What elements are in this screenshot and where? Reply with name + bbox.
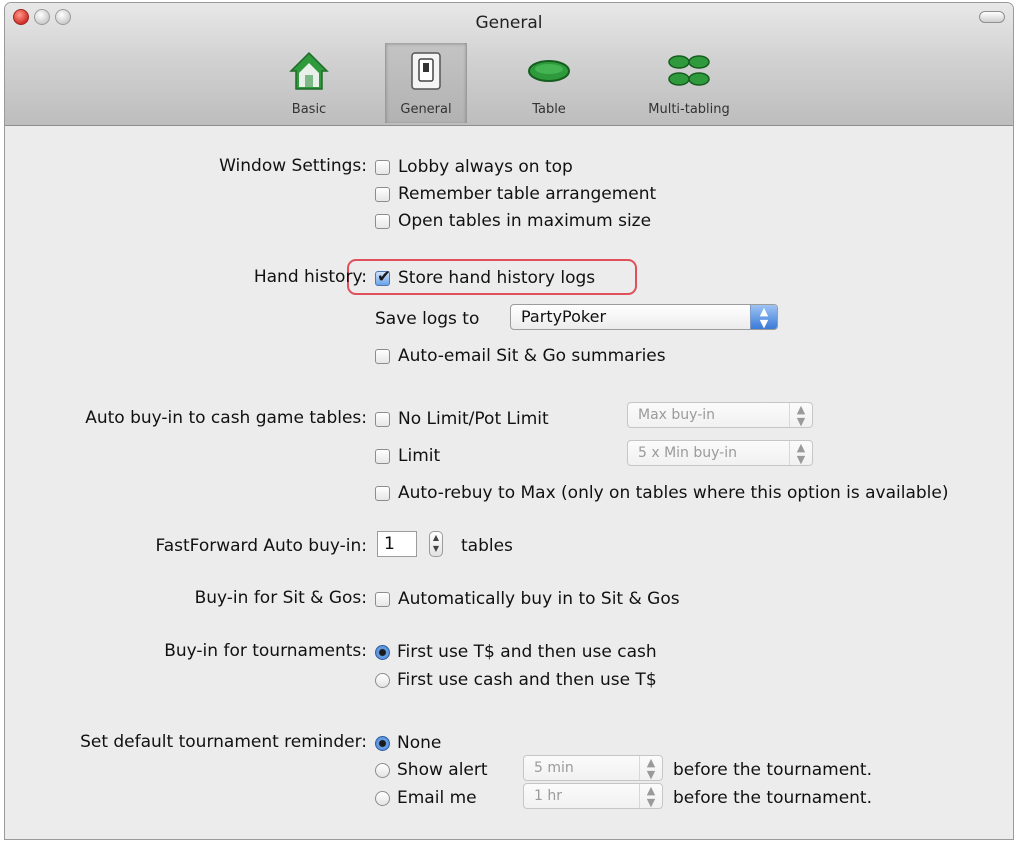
- select-arrows-icon: ▲ ▼: [639, 756, 662, 781]
- fastforward-label: FastForward Auto buy-in:: [155, 536, 368, 556]
- fastforward-tables-input[interactable]: 1: [377, 531, 417, 557]
- limit-buyin-select[interactable]: 5 x Min buy-in ▲ ▼: [627, 440, 813, 466]
- lobby-on-top-checkbox[interactable]: Lobby always on top: [375, 157, 573, 177]
- show-alert-time-value: 5 min: [534, 760, 574, 776]
- auto-buy-sitgo-label: Automatically buy in to Sit & Gos: [398, 589, 680, 609]
- tab-basic-label: Basic: [291, 102, 327, 117]
- checkbox-box-checked[interactable]: [375, 267, 391, 287]
- email-me-time-value: 1 hr: [534, 788, 562, 804]
- auto-rebuy-label: Auto-rebuy to Max (only on tables where …: [398, 483, 949, 503]
- select-arrows-icon: ▲ ▼: [750, 305, 777, 330]
- save-logs-select[interactable]: PartyPoker ▲ ▼: [510, 304, 778, 330]
- show-alert-label: Show alert: [397, 760, 488, 780]
- fastforward-stepper[interactable]: ▲ ▼: [429, 531, 443, 557]
- radio-selected[interactable]: [375, 735, 390, 751]
- auto-buy-sitgo-checkbox[interactable]: Automatically buy in to Sit & Gos: [375, 589, 680, 609]
- radio-selected[interactable]: [375, 644, 390, 660]
- tab-general-label: General: [400, 102, 452, 117]
- checkbox-box[interactable]: [375, 591, 390, 607]
- store-hand-history-label: Store hand history logs: [398, 268, 596, 288]
- radio-unselected[interactable]: [375, 672, 390, 688]
- reminder-label: Set default tournament reminder:: [80, 732, 367, 752]
- limit-buyin-value: 5 x Min buy-in: [638, 445, 737, 461]
- select-arrows-icon: ▲ ▼: [789, 403, 812, 428]
- tab-general[interactable]: General: [385, 43, 467, 123]
- radio-unselected[interactable]: [375, 762, 390, 778]
- limit-label: Limit: [398, 446, 441, 466]
- tab-table[interactable]: Table: [513, 43, 585, 123]
- no-limit-buyin-value: Max buy-in: [638, 407, 716, 423]
- no-limit-checkbox[interactable]: No Limit/Pot Limit: [375, 409, 549, 429]
- checkbox-box[interactable]: [375, 348, 390, 364]
- auto-rebuy-checkbox[interactable]: Auto-rebuy to Max (only on tables where …: [375, 483, 948, 503]
- radio-unselected[interactable]: [375, 790, 390, 806]
- remember-arrangement-label: Remember table arrangement: [398, 184, 657, 204]
- tab-multi-tabling-label: Multi-tabling: [648, 102, 730, 117]
- tab-basic[interactable]: Basic: [275, 43, 343, 123]
- checkbox-box[interactable]: [375, 448, 390, 464]
- checkbox-box[interactable]: [375, 159, 390, 175]
- house-icon: [289, 51, 329, 90]
- auto-email-summaries-checkbox[interactable]: Auto-email Sit & Go summaries: [375, 346, 666, 366]
- reminder-none-label: None: [397, 733, 442, 753]
- preferences-window: General Basic General Table Multi-tablin…: [4, 2, 1014, 840]
- no-limit-buyin-select[interactable]: Max buy-in ▲ ▼: [627, 402, 813, 428]
- hand-history-label: Hand history:: [253, 267, 367, 287]
- save-logs-label: Save logs to: [375, 309, 480, 329]
- auto-buyin-label: Auto buy-in to cash game tables:: [85, 408, 367, 428]
- window-title: General: [475, 13, 543, 33]
- fastforward-suffix: tables: [461, 536, 513, 556]
- tab-table-label: Table: [532, 102, 566, 117]
- no-limit-label: No Limit/Pot Limit: [398, 409, 549, 429]
- reminder-none-radio[interactable]: None: [375, 733, 441, 753]
- lobby-on-top-label: Lobby always on top: [398, 157, 573, 177]
- limit-checkbox[interactable]: Limit: [375, 446, 440, 466]
- checkbox-box[interactable]: [375, 485, 390, 501]
- select-arrows-icon: ▲ ▼: [789, 441, 812, 466]
- window-settings-label: Window Settings:: [219, 156, 367, 176]
- sitgo-label: Buy-in for Sit & Gos:: [194, 588, 367, 608]
- switch-icon: [411, 52, 441, 90]
- remember-arrangement-checkbox[interactable]: Remember table arrangement: [375, 184, 656, 204]
- title-bar: General Basic General Table Multi-tablin…: [5, 3, 1013, 126]
- general-settings-panel: Window Settings: Lobby always on top Rem…: [5, 126, 1013, 839]
- checkbox-box[interactable]: [375, 213, 390, 229]
- checkbox-box[interactable]: [375, 186, 390, 202]
- auto-email-summaries-label: Auto-email Sit & Go summaries: [398, 346, 666, 366]
- checkbox-box[interactable]: [375, 411, 390, 427]
- first-use-cash-radio[interactable]: First use cash and then use T$: [375, 670, 657, 690]
- email-me-suffix: before the tournament.: [673, 788, 873, 808]
- multi-tables-icon: [668, 55, 710, 86]
- show-alert-time-select[interactable]: 5 min ▲ ▼: [523, 755, 663, 781]
- select-arrows-icon: ▲ ▼: [639, 784, 662, 809]
- tournaments-buyin-label: Buy-in for tournaments:: [164, 641, 367, 661]
- fastforward-value: 1: [384, 534, 395, 554]
- tab-multi-tabling[interactable]: Multi-tabling: [633, 43, 745, 123]
- table-icon: [528, 60, 570, 82]
- open-max-size-label: Open tables in maximum size: [398, 211, 652, 231]
- store-hand-history-checkbox[interactable]: Store hand history logs: [375, 267, 596, 288]
- show-alert-suffix: before the tournament.: [673, 760, 873, 780]
- first-use-tdollar-radio[interactable]: First use T$ and then use cash: [375, 642, 657, 662]
- open-max-size-checkbox[interactable]: Open tables in maximum size: [375, 211, 651, 231]
- email-me-label: Email me: [397, 788, 477, 808]
- show-alert-radio[interactable]: Show alert: [375, 760, 488, 780]
- email-me-radio[interactable]: Email me: [375, 788, 477, 808]
- first-use-cash-label: First use cash and then use T$: [397, 670, 657, 690]
- email-me-time-select[interactable]: 1 hr ▲ ▼: [523, 783, 663, 809]
- first-use-tdollar-label: First use T$ and then use cash: [397, 642, 657, 662]
- save-logs-value: PartyPoker: [521, 307, 607, 326]
